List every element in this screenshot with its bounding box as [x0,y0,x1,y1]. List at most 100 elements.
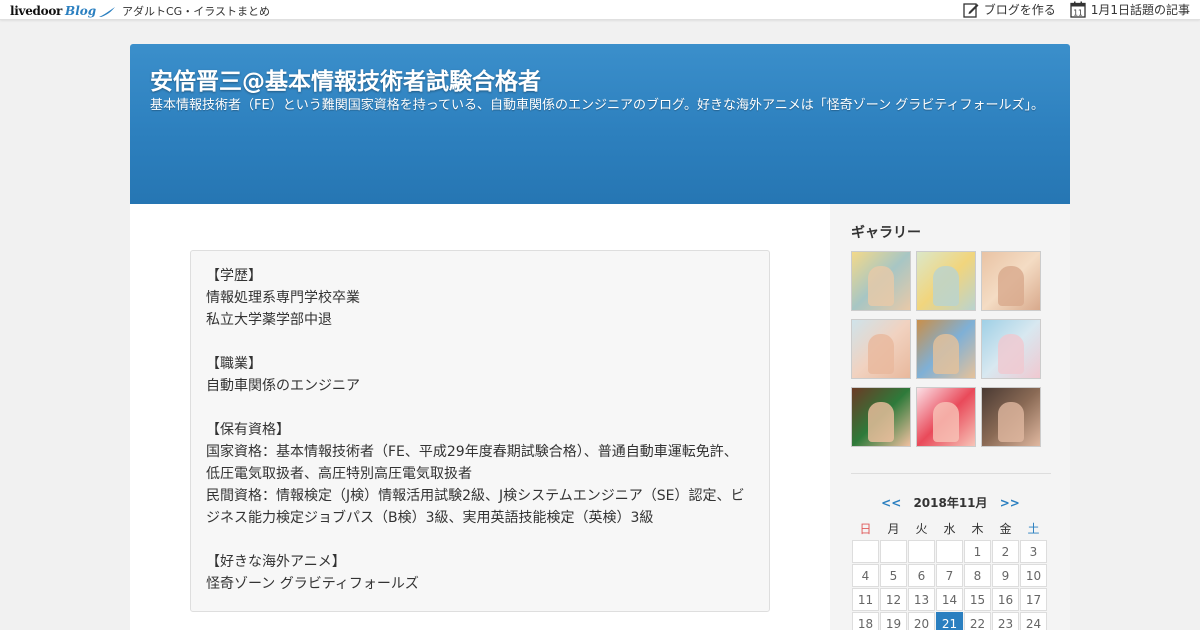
profile-line: 【保有資格】 [206,422,290,438]
calendar-day[interactable]: 14 [936,588,963,611]
gallery-thumbnail-figure [998,266,1024,306]
profile-box: 【学歴】情報処理系専門学校卒業 私立大学薬学部中退 【職業】自動車関係のエンジニア【… [190,250,770,612]
calendar-day[interactable]: 11 [852,588,879,611]
create-blog-link[interactable]: ブログを作る [963,1,1056,18]
calendar-day[interactable]: 15 [964,588,991,611]
calendar-month: 2018年11月 [913,496,988,510]
calendar-empty-cell [880,540,907,563]
profile-line: 【職業】 [206,356,262,372]
gallery-title: ギャラリー [851,225,921,241]
gallery-thumbnail-figure [998,402,1024,442]
gallery-thumbnail[interactable] [851,319,911,379]
profile-line: 民間資格：情報検定（J検）情報活用試験2級、J検システムエンジニア（SE）認定、… [206,488,745,504]
profile-line: 怪奇ゾーン グラビティフォールズ [206,576,419,592]
profile-line [206,331,754,353]
gallery-thumbnail-figure [868,402,894,442]
calendar-icon: 11 [1070,1,1086,18]
profile-line: 低圧電気取扱者、高圧特別高圧電気取扱者 [206,466,472,482]
main-content: 【学歴】情報処理系専門学校卒業 私立大学薬学部中退 【職業】自動車関係のエンジニア【… [130,204,830,630]
calendar-day[interactable]: 18 [852,612,879,630]
profile-line: 情報処理系専門学校卒業 [206,290,360,306]
calendar-day[interactable]: 23 [992,612,1019,630]
calendar-week-row: 11 12 13 14 15 16 17 [852,588,1047,611]
profile-line: 【学歴】 [206,268,262,284]
profile-line: 【好きな海外アニメ】 [206,554,346,570]
calendar-day[interactable]: 16 [992,588,1019,611]
create-blog-label: ブログを作る [983,3,1056,17]
top-navbar: livedoor Blog アダルトCG・イラストまとめ ブログを作る 11 1… [0,0,1200,20]
calendar-day[interactable]: 4 [852,564,879,587]
calendar-empty-cell [908,540,935,563]
gallery-thumbnail[interactable] [851,251,911,311]
gallery-thumbnail[interactable] [916,251,976,311]
calendar-day[interactable]: 21 [936,612,963,630]
calendar-week-row: 123 [852,540,1047,563]
logo-livedoor-text: livedoor [10,4,63,18]
calendar-next-link[interactable]: >> [1000,496,1020,510]
topic-articles-label: 1月1日話題の記事 [1090,3,1190,17]
profile-line: ジネス能力検定ジョブパス（B検）3級、実用英語技能検定（英検）3級 [206,510,654,526]
sidebar-divider [851,473,1051,474]
gallery-thumbnail[interactable] [981,387,1041,447]
calendar-day[interactable]: 9 [992,564,1019,587]
calendar-day[interactable]: 22 [964,612,991,630]
calendar-weekday: 水 [943,521,956,536]
logo-blog-text: Blog [65,4,97,18]
gallery-thumbnail-figure [998,334,1024,374]
profile-line [206,397,754,419]
calendar-table: 日月火水木金土 1 2 3 4 5 6 7 8 9 10 11 12 13 14 15 16 17 18 19 20 2… [851,516,1048,630]
calendar-empty-cell [852,540,879,563]
gallery-thumbnail-figure [868,266,894,306]
calendar-empty-cell [936,540,963,563]
calendar-day[interactable]: 2 [992,540,1019,563]
gallery-thumbnail[interactable] [916,319,976,379]
profile-line: 自動車関係のエンジニア [206,378,360,394]
calendar-header: << 2018年11月 >> [851,494,1050,511]
calendar-week-row: 4 5 6 7 8 9 10 [852,564,1047,587]
blog-header: 安倍晋三@基本情報技術者試験合格者 基本情報技術者（FE）という難関国家資格を持… [130,44,1070,204]
calendar-day[interactable]: 8 [964,564,991,587]
calendar-weekday: 土 [1027,521,1040,536]
profile-line: 私立大学薬学部中退 [206,312,332,328]
profile-line [206,529,754,551]
calendar-day[interactable]: 6 [908,564,935,587]
calendar-weekday: 月 [887,521,900,536]
calendar-day[interactable]: 12 [880,588,907,611]
calendar-day[interactable]: 10 [1020,564,1047,587]
calendar-day[interactable]: 1 [964,540,991,563]
blog-description: 基本情報技術者（FE）という難関国家資格を持っている、自動車関係のエンジニアのブ… [150,98,1044,113]
gallery-thumbnail[interactable] [916,387,976,447]
blog-title[interactable]: 安倍晋三@基本情報技術者試験合格者 [150,62,541,96]
gallery-thumbnail-figure [868,334,894,374]
profile-line: 国家資格：基本情報技術者（FE、平成29年度春期試験合格）、普通自動車運転免許、 [206,444,738,460]
gallery-grid [851,251,1046,447]
calendar-weekday: 木 [971,521,984,536]
gallery-thumbnail[interactable] [981,319,1041,379]
category-link[interactable]: アダルトCG・イラストまとめ [122,3,270,19]
gallery-thumbnail-figure [933,334,959,374]
top-right-links: ブログを作る 11 1月1日話題の記事 [949,1,1190,18]
calendar-weekday: 日 [859,521,872,536]
calendar-prev-link[interactable]: << [881,496,901,510]
calendar-day[interactable]: 17 [1020,588,1047,611]
calendar-icon-day: 11 [1073,8,1083,17]
calendar-day[interactable]: 3 [1020,540,1047,563]
calendar-weekday: 金 [999,521,1012,536]
logo-wing-icon [99,7,116,17]
calendar-weekday: 火 [915,521,928,536]
livedoor-blog-logo[interactable]: livedoor Blog [10,2,116,18]
calendar-day[interactable]: 13 [908,588,935,611]
calendar-day[interactable]: 19 [880,612,907,630]
calendar-day[interactable]: 24 [1020,612,1047,630]
gallery-thumbnail[interactable] [981,251,1041,311]
calendar-day[interactable]: 7 [936,564,963,587]
edit-icon [963,2,979,18]
calendar-day[interactable]: 5 [880,564,907,587]
gallery-thumbnail[interactable] [851,387,911,447]
calendar-week-row: 18 19 20 21 22 23 24 [852,612,1047,630]
calendar-day[interactable]: 20 [908,612,935,630]
topic-articles-link[interactable]: 11 1月1日話題の記事 [1070,1,1190,18]
gallery-thumbnail-figure [933,402,959,442]
sidebar: ギャラリー << 2018年11月 >> 日月火水木金土 1 2 3 4 5 6 7 8 9 10… [830,204,1070,630]
gallery-thumbnail-figure [933,266,959,306]
